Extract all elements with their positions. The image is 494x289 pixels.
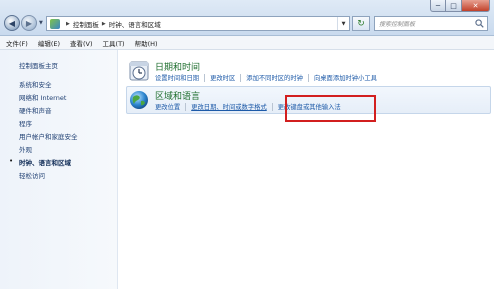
breadcrumb-control-panel[interactable]: 控制面板: [73, 19, 99, 29]
address-dropdown[interactable]: ▼: [337, 17, 349, 30]
control-panel-icon: [50, 18, 60, 29]
date-time-links: 设置时间和日期 更改时区 添加不同时区的时钟 向桌面添加时钟小工具: [155, 73, 377, 82]
sidebar-item-programs[interactable]: 程序: [19, 118, 32, 128]
window-controls: ─ □ ✕: [430, 0, 490, 12]
search-input[interactable]: 搜索控制面板: [374, 16, 488, 31]
sidebar: 控制面板主页 系统和安全 网络和 Internet 硬件和声音 程序 用户帐户和…: [0, 50, 118, 289]
sidebar-item-appearance[interactable]: 外观: [19, 144, 32, 154]
sidebar-item-clock-language-region[interactable]: 时钟、语言和区域: [19, 157, 71, 167]
sidebar-item-network-internet[interactable]: 网络和 Internet: [19, 92, 66, 102]
search-icon[interactable]: [475, 19, 484, 28]
chevron-right-icon[interactable]: ▶: [66, 21, 70, 27]
minimize-button[interactable]: ─: [430, 0, 446, 12]
link-separator: [204, 73, 206, 82]
menu-view[interactable]: 查看(V): [70, 38, 93, 48]
link-change-location[interactable]: 更改位置: [155, 102, 180, 111]
recent-pages-dropdown[interactable]: ▼: [39, 20, 43, 26]
sidebar-home-link[interactable]: 控制面板主页: [19, 60, 58, 70]
link-separator: [271, 102, 273, 111]
link-add-clocks[interactable]: 添加不同时区的时钟: [246, 73, 303, 82]
link-set-time-date[interactable]: 设置时间和日期: [155, 73, 199, 82]
title-address-bar: ─ □ ✕ ◀ ▶ ▼ ▶ 控制面板 ▶ 时钟、语言和区域 ▼ ↻ 搜索控制面板: [0, 0, 494, 36]
menu-tools[interactable]: 工具(T): [103, 38, 125, 48]
menu-edit[interactable]: 编辑(E): [38, 38, 60, 48]
link-change-timezone[interactable]: 更改时区: [210, 73, 235, 82]
globe-icon[interactable]: [128, 89, 150, 111]
main-content: 日期和时间 设置时间和日期 更改时区 添加不同时区的时钟 向桌面添加时钟小工具 …: [118, 50, 494, 289]
sidebar-item-user-accounts[interactable]: 用户帐户和家庭安全: [19, 131, 78, 141]
menu-help[interactable]: 帮助(H): [135, 38, 158, 48]
link-separator: [240, 73, 242, 82]
back-button[interactable]: ◀: [4, 15, 20, 31]
link-separator: [185, 102, 187, 111]
chevron-right-icon[interactable]: ▶: [102, 21, 106, 27]
forward-button[interactable]: ▶: [21, 15, 37, 31]
clock-icon[interactable]: [128, 60, 150, 82]
close-button[interactable]: ✕: [462, 0, 490, 12]
address-bar[interactable]: ▶ 控制面板 ▶ 时钟、语言和区域 ▼: [46, 16, 350, 31]
sidebar-item-system-security[interactable]: 系统和安全: [19, 79, 52, 89]
link-add-clock-gadget[interactable]: 向桌面添加时钟小工具: [314, 73, 377, 82]
annotation-highlight-box: [285, 95, 376, 122]
sidebar-item-ease-of-access[interactable]: 轻松访问: [19, 170, 45, 180]
category-title-region-language[interactable]: 区域和语言: [155, 89, 200, 102]
link-change-date-time-number-format[interactable]: 更改日期、时间或数字格式: [191, 102, 267, 111]
category-title-date-time[interactable]: 日期和时间: [155, 60, 200, 73]
search-placeholder: 搜索控制面板: [379, 21, 416, 28]
breadcrumb-clock-language-region[interactable]: 时钟、语言和区域: [109, 19, 161, 29]
refresh-button[interactable]: ↻: [352, 16, 370, 31]
sidebar-item-hardware-sound[interactable]: 硬件和声音: [19, 105, 52, 115]
active-item-bullet: •: [9, 157, 14, 165]
menu-bar: 文件(F) 编辑(E) 查看(V) 工具(T) 帮助(H): [0, 36, 494, 50]
menu-file[interactable]: 文件(F): [6, 38, 28, 48]
link-separator: [307, 73, 309, 82]
maximize-button[interactable]: □: [446, 0, 462, 12]
